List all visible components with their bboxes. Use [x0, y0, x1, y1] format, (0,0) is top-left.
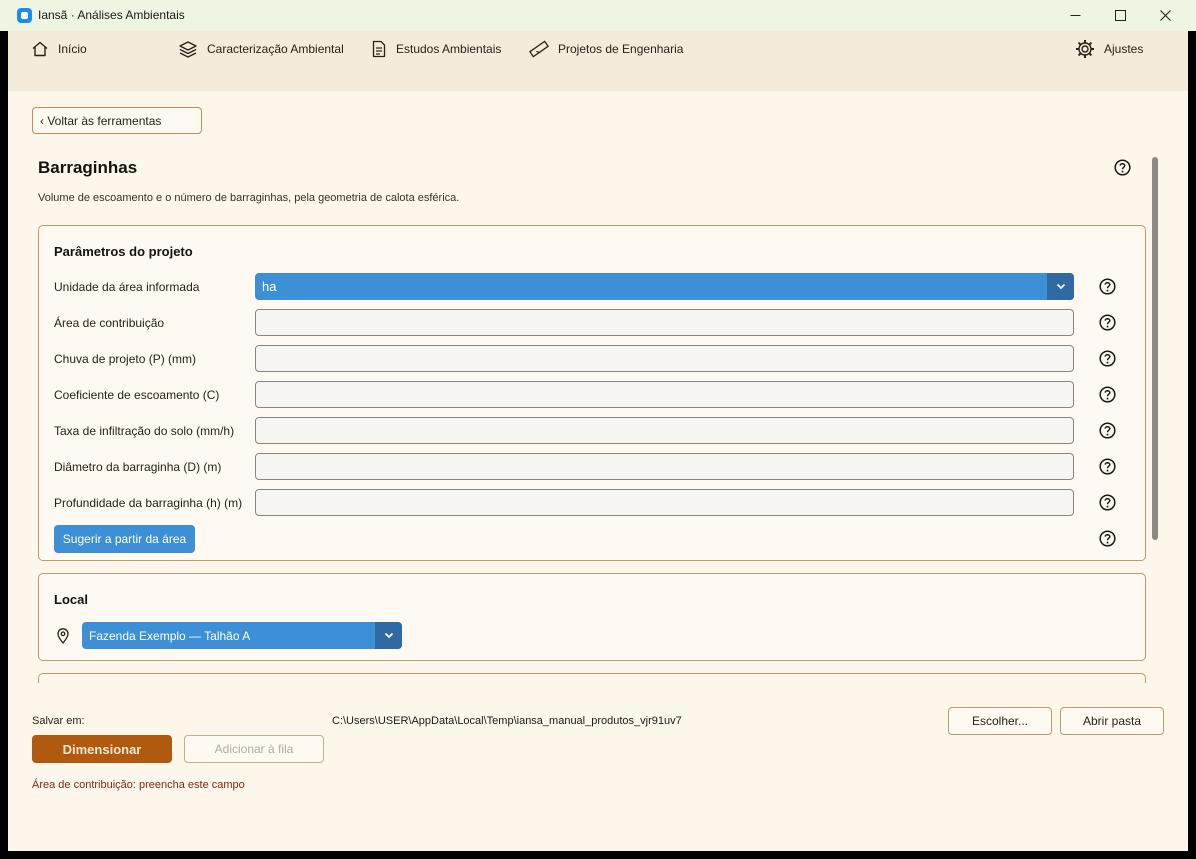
help-icon[interactable] — [1114, 159, 1131, 176]
field-row-area: Área de contribuição — [39, 309, 1145, 337]
app-window: Início Caracterização Ambiental Estudos … — [8, 31, 1188, 851]
top-navbar: Início Caracterização Ambiental Estudos … — [8, 31, 1188, 91]
minimize-icon — [1070, 15, 1080, 16]
choose-folder-button[interactable]: Escolher... — [948, 707, 1052, 735]
field-label-infiltration: Taxa de infiltração do solo (mm/h) — [54, 424, 235, 438]
field-row-diameter: Diâmetro da barraginha (D) (m) — [39, 453, 1145, 481]
diameter-input[interactable] — [255, 453, 1074, 480]
nav-item-projetos[interactable]: Projetos de Engenharia — [529, 39, 683, 59]
rain-input[interactable] — [255, 345, 1074, 372]
close-button[interactable] — [1142, 0, 1188, 31]
help-icon[interactable] — [1099, 350, 1116, 367]
field-row-infiltration: Taxa de infiltração do solo (mm/h) — [39, 417, 1145, 445]
map-pin-icon — [57, 628, 69, 644]
unit-select[interactable]: ha — [255, 273, 1074, 300]
field-label-area: Área de contribuição — [54, 316, 165, 330]
ruler-icon — [529, 40, 549, 58]
nav-item-estudos[interactable]: Estudos Ambientais — [371, 39, 501, 59]
help-icon[interactable] — [1099, 278, 1116, 295]
validation-error: Área de contribuição: preencha este camp… — [32, 779, 245, 791]
minimize-button[interactable] — [1052, 0, 1098, 31]
layers-icon — [179, 41, 197, 58]
nav-label-caracterizacao: Caracterização Ambiental — [207, 42, 344, 56]
params-panel: Parâmetros do projeto Unidade da área in… — [38, 225, 1146, 561]
help-icon[interactable] — [1099, 386, 1116, 403]
home-icon — [32, 41, 48, 57]
chevron-down-icon[interactable] — [1047, 273, 1074, 300]
field-label-diameter: Diâmetro da barraginha (D) (m) — [54, 460, 222, 474]
nav-label-projetos: Projetos de Engenharia — [558, 42, 684, 56]
field-label-depth: Profundidade da barraginha (h) (m) — [54, 496, 243, 510]
location-select-value: Fazenda Exemplo — Talhão A — [89, 628, 251, 643]
local-title: Local — [54, 592, 88, 607]
field-label-runoff: Coeficiente de escoamento (C) — [54, 388, 220, 402]
infiltration-input[interactable] — [255, 417, 1074, 444]
nav-item-ajustes[interactable]: Ajustes — [1075, 39, 1143, 59]
field-row-runoff: Coeficiente de escoamento (C) — [39, 381, 1145, 409]
nav-label-inicio: Início — [58, 42, 87, 56]
close-icon — [1159, 10, 1171, 21]
suggest-from-area-button[interactable]: Sugerir a partir da área — [54, 525, 195, 553]
page-subtitle: Volume de escoamento e o número de barra… — [38, 192, 460, 204]
unit-select-value: ha — [262, 279, 277, 294]
runoff-coefficient-input[interactable] — [255, 381, 1074, 408]
add-to-queue-button[interactable]: Adicionar à fila — [184, 735, 324, 763]
unit-row: Unidade da área informada ha — [39, 273, 1145, 301]
save-location-label: Salvar em: — [32, 715, 85, 727]
local-panel: Local Fazenda Exemplo — Talhão A — [38, 573, 1146, 661]
next-panel-edge — [38, 673, 1146, 683]
maximize-icon — [1114, 10, 1126, 21]
chevron-down-icon[interactable] — [375, 622, 402, 649]
unit-label: Unidade da área informada — [54, 280, 200, 294]
nav-label-estudos: Estudos Ambientais — [396, 42, 502, 56]
nav-item-inicio[interactable]: Início — [31, 39, 87, 59]
gear-icon — [1076, 40, 1094, 58]
nav-label-ajustes: Ajustes — [1104, 42, 1144, 56]
window-title: Iansã · Análises Ambientais — [38, 8, 185, 22]
save-path: C:\Users\USER\AppData\Local\Temp\iansa_m… — [332, 715, 682, 727]
back-to-tools-button[interactable]: ‹ Voltar às ferramentas — [32, 107, 202, 134]
window-titlebar: Iansã · Análises Ambientais — [0, 0, 1196, 31]
area-input[interactable] — [255, 309, 1074, 336]
maximize-button[interactable] — [1097, 0, 1143, 31]
field-row-rain: Chuva de projeto (P) (mm) — [39, 345, 1145, 373]
app-icon — [17, 8, 32, 23]
help-icon[interactable] — [1099, 422, 1116, 439]
help-icon[interactable] — [1099, 530, 1116, 547]
vertical-scrollbar[interactable] — [1152, 157, 1158, 540]
nav-item-caracterizacao[interactable]: Caracterização Ambiental — [178, 39, 344, 59]
field-row-depth: Profundidade da barraginha (h) (m) — [39, 489, 1145, 517]
params-title: Parâmetros do projeto — [54, 244, 193, 259]
depth-input[interactable] — [255, 489, 1074, 516]
field-label-rain: Chuva de projeto (P) (mm) — [54, 352, 197, 366]
page-title: Barraginhas — [38, 158, 138, 177]
document-icon — [372, 40, 386, 58]
help-icon[interactable] — [1099, 494, 1116, 511]
dimension-button[interactable]: Dimensionar — [32, 735, 172, 763]
help-icon[interactable] — [1099, 314, 1116, 331]
help-icon[interactable] — [1099, 458, 1116, 475]
open-folder-button[interactable]: Abrir pasta — [1060, 707, 1164, 735]
location-select[interactable]: Fazenda Exemplo — Talhão A — [82, 622, 402, 649]
